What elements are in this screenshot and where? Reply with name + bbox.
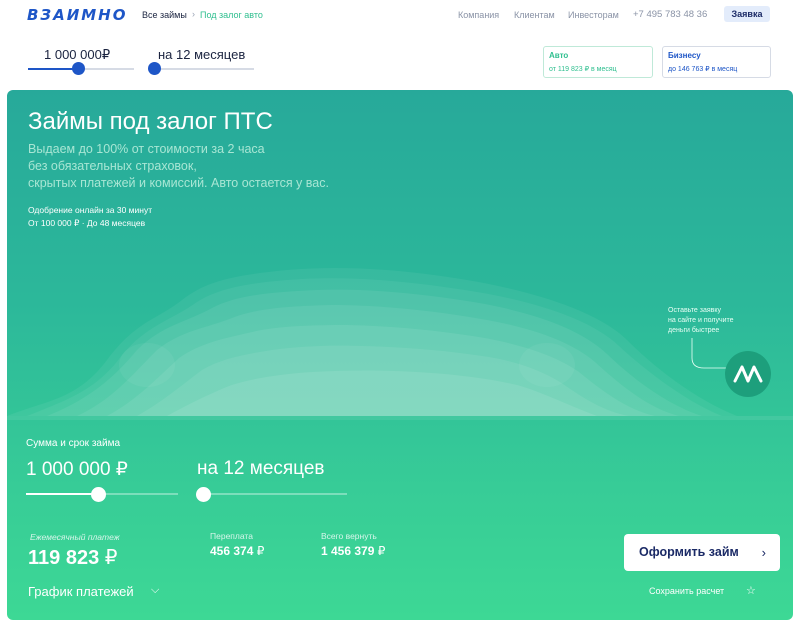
mini-term-slider-handle[interactable] bbox=[148, 62, 161, 75]
payment-schedule-toggle[interactable]: График платежей bbox=[28, 584, 134, 599]
save-calculation-link[interactable]: Сохранить расчет bbox=[649, 586, 724, 596]
total-return-currency: ₽ bbox=[377, 544, 386, 558]
breadcrumb-current: Под залог авто bbox=[200, 10, 263, 20]
hero-approval-note: Одобрение онлайн за 30 минут bbox=[28, 205, 153, 215]
total-return-label: Всего вернуть bbox=[321, 531, 377, 541]
business-loan-card[interactable]: Бизнесу до 146 763 ₽ в месяц bbox=[662, 46, 771, 78]
wave-logo-icon[interactable] bbox=[725, 351, 771, 397]
overpayment-currency: ₽ bbox=[256, 544, 265, 558]
business-card-subtitle: до 146 763 ₽ в месяц bbox=[668, 66, 738, 73]
chevron-right-icon: › bbox=[761, 545, 766, 560]
auto-card-title: Авто bbox=[549, 51, 569, 60]
overpayment-value: 456 374 ₽ bbox=[210, 544, 264, 558]
loan-amount-value[interactable]: 1 000 000 ₽ bbox=[26, 458, 128, 481]
auto-card-subtitle: от 119 823 ₽ в месяц bbox=[549, 66, 617, 73]
breadcrumb-separator-icon: › bbox=[192, 9, 195, 19]
auto-loan-card[interactable]: Авто от 119 823 ₽ в месяц bbox=[543, 46, 653, 78]
overpayment-amount: 456 374 bbox=[210, 544, 254, 558]
breadcrumb-all-loans[interactable]: Все займы bbox=[142, 10, 187, 20]
submit-loan-label: Оформить займ bbox=[639, 545, 739, 559]
mini-term-slider-track[interactable] bbox=[150, 68, 254, 70]
monthly-payment-value: 119 823 ₽ bbox=[28, 545, 118, 570]
hero-description: Выдаем до 100% от стоимости за 2 часа бе… bbox=[28, 141, 408, 192]
promo-line: на сайте и получите bbox=[668, 317, 734, 324]
hero-description-line: скрытых платежей и комиссий. Авто остает… bbox=[28, 176, 329, 190]
monthly-payment-label: Ежемесячный платеж bbox=[30, 532, 120, 542]
monthly-payment-currency: ₽ bbox=[104, 547, 118, 569]
total-return-value: 1 456 379 ₽ bbox=[321, 544, 385, 558]
phone-number[interactable]: +7 495 783 48 36 bbox=[633, 9, 707, 20]
hero-terms-note: От 100 000 ₽ · До 48 месяцев bbox=[28, 218, 146, 228]
amount-slider-fill bbox=[26, 493, 99, 495]
promo-line: деньги быстрее bbox=[668, 327, 720, 334]
apply-button[interactable]: Заявка bbox=[724, 6, 770, 22]
hero-section: Займы под залог ПТС Выдаем до 100% от ст… bbox=[7, 90, 793, 620]
mini-term-value: на 12 месяцев bbox=[158, 47, 246, 62]
nav-clients[interactable]: Клиентам bbox=[514, 10, 555, 20]
star-icon[interactable]: ☆ bbox=[746, 584, 756, 597]
submit-loan-button[interactable]: Оформить займ › bbox=[624, 534, 780, 571]
overpayment-label: Переплата bbox=[210, 531, 253, 541]
mini-amount-slider-handle[interactable] bbox=[72, 62, 85, 75]
total-return-amount: 1 456 379 bbox=[321, 544, 375, 558]
mini-amount-value: 1 000 000₽ bbox=[44, 47, 111, 62]
loan-term-value[interactable]: на 12 месяцев bbox=[197, 458, 325, 480]
promo-line: Оставьте заявку bbox=[668, 307, 722, 314]
pointer-line-icon bbox=[691, 338, 726, 369]
page-title: Займы под залог ПТС bbox=[28, 108, 273, 135]
hero-description-line: Выдаем до 100% от стоимости за 2 часа bbox=[28, 142, 265, 156]
business-card-title: Бизнесу bbox=[668, 51, 701, 60]
calculator-label: Сумма и срок займа bbox=[26, 438, 121, 449]
promo-text: Оставьте заявку на сайте и получите день… bbox=[668, 306, 758, 336]
term-slider-handle[interactable] bbox=[196, 487, 211, 502]
chevron-down-icon[interactable]: ⌵ bbox=[151, 584, 159, 597]
monthly-payment-amount: 119 823 bbox=[28, 547, 100, 569]
term-slider-track[interactable] bbox=[200, 493, 347, 495]
hero-description-line: без обязательных страховок, bbox=[28, 159, 197, 173]
site-header: ВЗАИМНО Все займы › Под залог авто Компа… bbox=[0, 0, 800, 32]
logo[interactable]: ВЗАИМНО bbox=[27, 6, 127, 24]
nav-company[interactable]: Компания bbox=[458, 10, 499, 20]
nav-investors[interactable]: Инвесторам bbox=[568, 10, 619, 20]
mini-amount-slider-fill bbox=[28, 68, 78, 70]
amount-slider-handle[interactable] bbox=[91, 487, 106, 502]
